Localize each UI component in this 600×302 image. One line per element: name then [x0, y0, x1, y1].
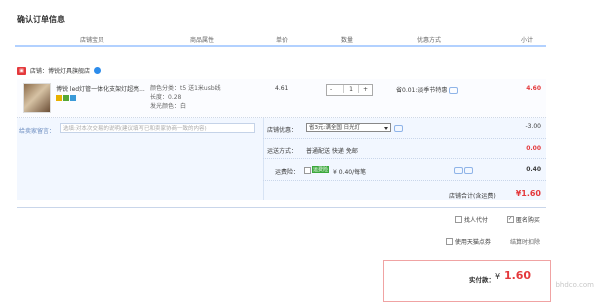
pay-for-friend-checkbox[interactable] [455, 216, 462, 223]
points-info: 结算时扣除 [510, 239, 541, 246]
service-badges [56, 95, 77, 103]
product-thumbnail[interactable] [23, 83, 51, 113]
message-to-seller-input[interactable]: 选填:对本次交易的说明(建议填写已和卖家协商一致的内容) [60, 123, 255, 133]
anonymous-checkbox[interactable] [507, 216, 514, 223]
section-divider [17, 207, 546, 208]
shipping-method: 普通配送 快递 免邮 [306, 148, 358, 155]
shop-name-link[interactable]: 博锐灯具旗舰店 [48, 68, 90, 75]
insurance-amount: 0.40 [526, 166, 541, 173]
insurance-checkbox[interactable] [304, 167, 311, 174]
shop-coupon-select[interactable]: 省3元:满全国 日光灯 [306, 123, 391, 132]
shop-coupon-label: 店铺优惠： [267, 127, 298, 134]
guarantee-badge-icon[interactable] [56, 95, 62, 101]
col-header-subtotal: 小计 [521, 37, 534, 44]
pay-for-friend-label: 找人代付 [463, 217, 488, 224]
qty-input[interactable]: 1 [343, 85, 359, 93]
insurance-tag: 运费险 [312, 166, 330, 173]
unit-price: 4.61 [275, 85, 289, 92]
panel-divider [263, 118, 264, 200]
quantity-stepper: - 1 + [326, 84, 373, 96]
shop-coupon-amount: -3.00 [525, 123, 541, 130]
promo-info-icon[interactable] [449, 87, 459, 94]
row-divider [263, 138, 546, 139]
shipping-label: 运送方式： [267, 148, 298, 155]
anonymous-option: 匿名购买 [507, 215, 540, 224]
col-header-discount: 优惠方式 [417, 37, 442, 44]
col-header-qty: 数量 [341, 37, 354, 44]
product-sku: 颜色分类：t5 送1米usb线 长度：0.28 发光颜色：白 [150, 84, 221, 111]
insurance-chat-icon[interactable] [464, 167, 473, 174]
payment-currency: ¥ [495, 272, 501, 281]
message-label: 给卖家留言： [19, 128, 56, 135]
shop-bar: ▣ 店铺：博锐灯具旗舰店 [17, 66, 101, 76]
tmall-shop-icon: ▣ [17, 66, 26, 75]
shop-label: 店铺： [29, 68, 48, 75]
page-title: 确认订单信息 [17, 15, 65, 24]
payment-label: 实付款： [469, 276, 495, 284]
row-divider [263, 180, 546, 181]
promo-text: 省0.01:淡季节特惠 [396, 87, 448, 94]
pay-for-friend-option: 找人代付 [455, 215, 488, 224]
shipping-amount: 0.00 [526, 145, 541, 152]
certified-badge-icon[interactable] [70, 95, 76, 101]
sku-light-color: 发光颜色：白 [150, 103, 187, 110]
qty-decrease-button[interactable]: - [330, 86, 332, 93]
qty-increase-button[interactable]: + [363, 86, 368, 93]
order-item-row: 博锐 led灯管一体化支架灯超亮... 颜色分类：t5 送1米usb线 长度：0… [17, 79, 546, 118]
payment-summary-box: 实付款： ¥ 1.60 [383, 260, 551, 302]
order-table-header: 店铺宝贝 商品属性 单价 数量 优惠方式 小计 [15, 34, 546, 47]
sku-color: 颜色分类：t5 送1米usb线 [150, 85, 221, 92]
order-options-panel: 给卖家留言： 选填:对本次交易的说明(建议填写已和卖家协商一致的内容) 店铺优惠… [17, 118, 546, 200]
payment-amount: ¥ 1.60 [495, 269, 531, 282]
use-points-checkbox[interactable] [446, 238, 453, 245]
insurance-help-icon[interactable] [454, 167, 463, 174]
col-header-price: 单价 [276, 37, 289, 44]
insurance-label: 运费险： [275, 169, 300, 176]
col-header-shop-item: 店铺宝贝 [80, 37, 105, 44]
shop-total-value: ¥1.60 [515, 189, 541, 198]
anonymous-label: 匿名购买 [515, 217, 540, 224]
return-badge-icon[interactable] [63, 95, 69, 101]
use-points-label: 使用天猫点券 [454, 239, 491, 246]
row-divider [263, 158, 546, 159]
use-points-option: 使用天猫点券 [446, 237, 491, 246]
col-header-attrs: 商品属性 [190, 37, 215, 44]
watermark: bhdco.com [555, 281, 594, 289]
coupon-info-icon[interactable] [394, 125, 403, 132]
wangwang-chat-icon[interactable] [93, 67, 101, 74]
insurance-price: ¥ 0.40/每笔 [333, 169, 367, 176]
item-subtotal: 4.60 [526, 85, 541, 92]
payment-value: 1.60 [503, 269, 532, 282]
item-promotion: 省0.01:淡季节特惠 [396, 85, 459, 94]
sku-length: 长度：0.28 [150, 94, 182, 101]
product-title-link[interactable]: 博锐 led灯管一体化支架灯超亮... [56, 84, 145, 93]
shop-total-label: 店铺合计(含运费) [449, 193, 496, 200]
